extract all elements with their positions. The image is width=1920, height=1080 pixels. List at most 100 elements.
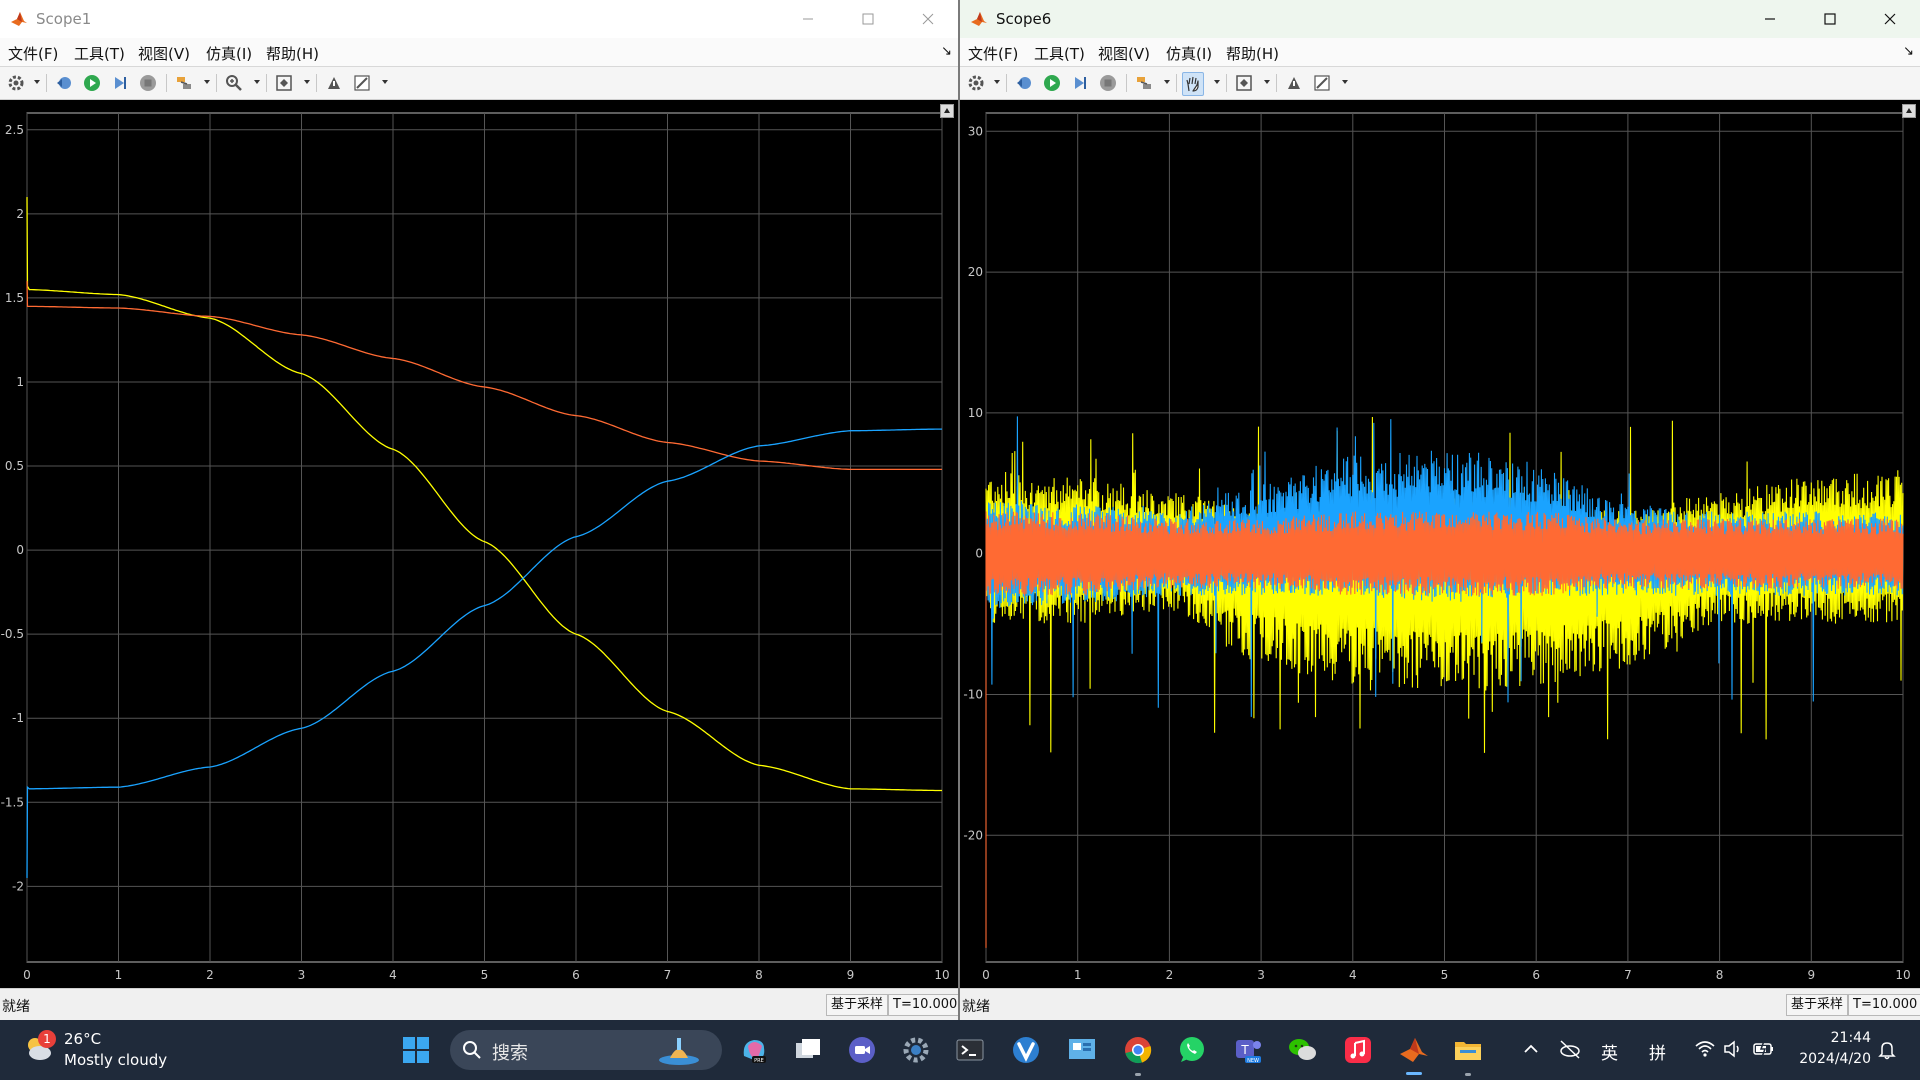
pan-button[interactable] [1182, 72, 1204, 96]
menu-file[interactable]: 文件(F) [8, 43, 58, 64]
close-button[interactable] [1860, 0, 1920, 38]
expand-axes-button[interactable] [1902, 104, 1916, 118]
step-back-button[interactable] [54, 72, 74, 94]
x-tick-label: 8 [1716, 968, 1724, 982]
x-tick-label: 10 [934, 968, 949, 982]
taskbar-app-chrome[interactable] [1122, 1034, 1154, 1066]
expand-axes-button[interactable] [940, 104, 954, 118]
plot-area[interactable]: 0 1 2 3 4 5 6 7 8 9 10 2.5 2 1.5 1 0.5 0 -0.5 -1 -1.5 -2 [0, 100, 958, 988]
taskbar-app-file-explorer[interactable] [1452, 1034, 1484, 1066]
taskbar-app-settings[interactable] [900, 1034, 932, 1066]
y-tick-label: 1.5 [5, 291, 24, 305]
title-bar[interactable]: Scope6 [960, 0, 1920, 38]
notification-bell-icon[interactable] [1878, 1040, 1896, 1060]
plot-area[interactable]: 0 1 2 3 4 5 6 7 8 9 10 30 20 10 0 -10 -20 [960, 100, 1920, 988]
close-button[interactable] [898, 0, 958, 38]
x-tick-label: 1 [115, 968, 123, 982]
y-tick-label: 20 [968, 265, 983, 279]
y-tick-label: 0 [16, 543, 24, 557]
scope6-window: Scope6 文件(F) 工具(T) 视图(V) 仿真(I) 帮助(H) ↘ 0… [960, 0, 1920, 1020]
stop-button[interactable] [138, 72, 158, 94]
autoscale-icon [1236, 75, 1252, 91]
settings-button[interactable] [966, 72, 986, 94]
taskbar-app-control-panel[interactable] [1066, 1034, 1098, 1066]
start-button[interactable] [400, 1034, 432, 1066]
menu-tools[interactable]: 工具(T) [74, 43, 125, 64]
status-ready: 就绪 [2, 999, 30, 1015]
clock-time[interactable]: 21:44 [1783, 1030, 1871, 1046]
title-bar[interactable]: Scope1 [0, 0, 958, 38]
scope1-chart[interactable]: 0 1 2 3 4 5 6 7 8 9 10 2.5 2 1.5 1 0.5 0 -0.5 -1 -1.5 -2 [0, 100, 958, 988]
maximize-button[interactable] [838, 0, 898, 38]
taskbar-app-copilot[interactable]: PRE [738, 1034, 770, 1066]
undock-icon[interactable]: ↘ [941, 44, 952, 59]
control-panel-icon [1069, 1039, 1095, 1059]
write-signal-button[interactable] [324, 72, 344, 94]
menu-bar: 文件(F) 工具(T) 视图(V) 仿真(I) 帮助(H) ↘ [0, 38, 958, 67]
autoscale-button[interactable] [274, 72, 294, 94]
style-button[interactable] [352, 72, 372, 94]
chevron-up-icon[interactable] [1522, 1040, 1540, 1058]
run-icon [84, 75, 100, 91]
volume-icon[interactable] [1722, 1038, 1744, 1060]
menu-view[interactable]: 视图(V) [138, 43, 190, 64]
status-bar: 就绪 基于采样 T=10.000 [960, 988, 1920, 1020]
battery-charging-icon[interactable] [1752, 1038, 1776, 1060]
menu-simulation[interactable]: 仿真(I) [1166, 43, 1212, 64]
run-button[interactable] [82, 72, 102, 94]
y-tick-label: -20 [963, 828, 983, 842]
menu-file[interactable]: 文件(F) [968, 43, 1018, 64]
run-button[interactable] [1042, 72, 1062, 94]
window-title: Scope1 [36, 10, 92, 28]
undock-icon[interactable]: ↘ [1903, 44, 1914, 59]
window-title: Scope6 [996, 10, 1052, 28]
taskbar-app-teams[interactable]: T NEW [1232, 1034, 1264, 1066]
highlight-signal-button[interactable] [1134, 72, 1154, 94]
taskbar-app-matlab[interactable] [1398, 1034, 1430, 1066]
y-tick-label: -10 [963, 687, 983, 701]
x-tick-label: 5 [1441, 968, 1449, 982]
weather-desc: Mostly cloudy [64, 1051, 168, 1069]
taskbar-app-whatsapp[interactable] [1176, 1034, 1208, 1066]
menu-tools[interactable]: 工具(T) [1034, 43, 1085, 64]
clock-date[interactable]: 2024/4/20 [1783, 1051, 1871, 1067]
taskbar-app-wechat[interactable] [1286, 1034, 1318, 1066]
maximize-button[interactable] [1800, 0, 1860, 38]
taskbar-app-music[interactable] [1342, 1034, 1374, 1066]
minimize-button[interactable] [1740, 0, 1800, 38]
taskbar-app-vivaldi[interactable] [1010, 1034, 1042, 1066]
ime-mode[interactable]: 拼 [1649, 1039, 1666, 1064]
minimize-button[interactable] [778, 0, 838, 38]
toolbar [960, 67, 1920, 100]
taskbar-app-terminal[interactable] [954, 1034, 986, 1066]
stop-button[interactable] [1098, 72, 1118, 94]
taskbar-app-meet[interactable] [846, 1034, 878, 1066]
write-signal-button[interactable] [1284, 72, 1304, 94]
y-tick-label: -2 [12, 879, 24, 893]
autoscale-button[interactable] [1234, 72, 1254, 94]
copilot-icon: PRE [743, 1040, 766, 1064]
stop-icon [140, 75, 156, 91]
style-button[interactable] [1312, 72, 1332, 94]
step-back-button[interactable] [1014, 72, 1034, 94]
wifi-icon[interactable] [1694, 1038, 1716, 1060]
step-forward-button[interactable] [1070, 72, 1090, 94]
y-tick-label: 0.5 [5, 459, 24, 473]
menu-simulation[interactable]: 仿真(I) [206, 43, 252, 64]
y-tick-label: 2.5 [5, 123, 24, 137]
x-tick-label: 4 [1349, 968, 1357, 982]
step-forward-button[interactable] [110, 72, 130, 94]
restore-step-back-icon [57, 77, 71, 89]
taskbar-app-taskview[interactable] [792, 1034, 824, 1066]
onedrive-offline-icon[interactable] [1558, 1038, 1582, 1060]
highlight-signal-button[interactable] [174, 72, 194, 94]
menu-view[interactable]: 视图(V) [1098, 43, 1150, 64]
menu-help[interactable]: 帮助(H) [266, 43, 319, 64]
zoom-button[interactable] [224, 72, 244, 94]
running-indicator [1135, 1073, 1141, 1076]
menu-help[interactable]: 帮助(H) [1226, 43, 1279, 64]
x-tick-label: 2 [206, 968, 214, 982]
ime-language[interactable]: 英 [1601, 1039, 1618, 1064]
settings-button[interactable] [6, 72, 26, 94]
scope6-chart[interactable]: 0 1 2 3 4 5 6 7 8 9 10 30 20 10 0 -10 -20 [960, 100, 1920, 988]
